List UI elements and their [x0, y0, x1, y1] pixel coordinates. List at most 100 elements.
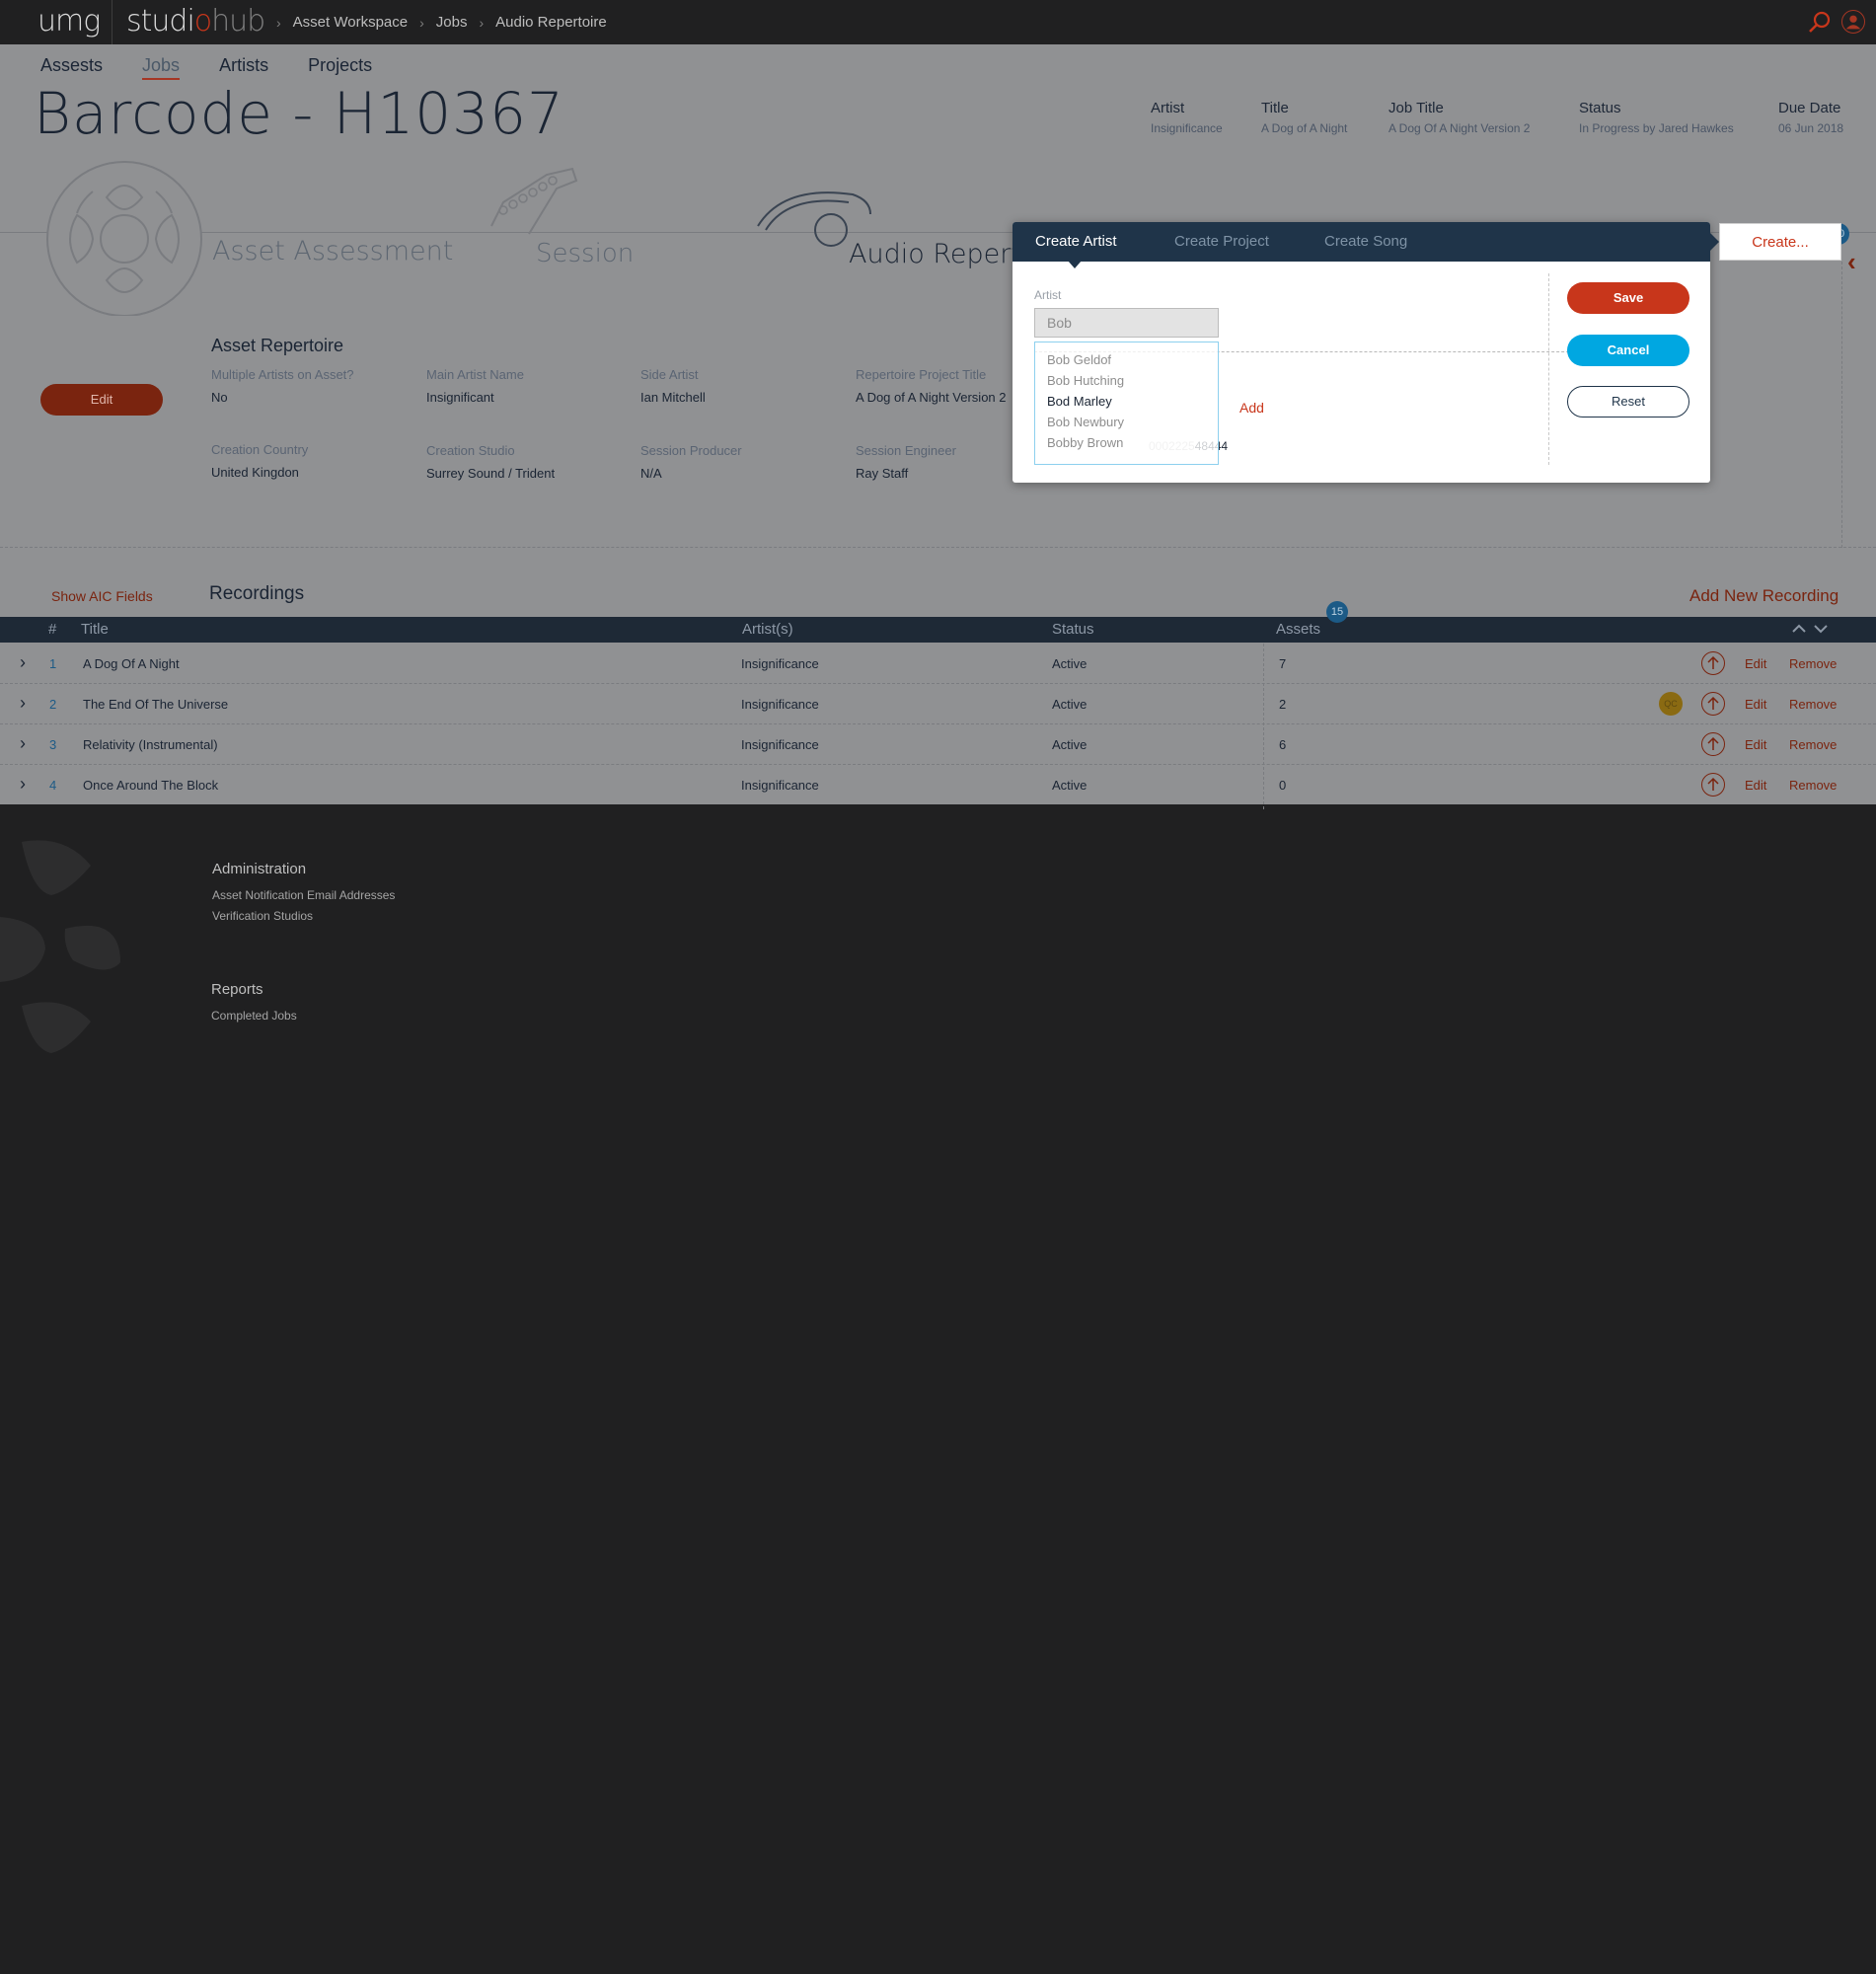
chevron-up-icon[interactable] — [1790, 619, 1808, 639]
artist-field-label: Artist — [1034, 288, 1062, 302]
top-bar: umg studiohub › Asset Workspace › Jobs ›… — [0, 0, 1876, 44]
nav-jobs[interactable]: Jobs — [142, 55, 181, 80]
reports-link-completed-jobs[interactable]: Completed Jobs — [211, 1009, 297, 1023]
row-edit-link[interactable]: Edit — [1745, 656, 1766, 671]
search-icon[interactable] — [1808, 10, 1832, 34]
table-row[interactable]: › 3 Relativity (Instrumental) Insignific… — [0, 724, 1876, 765]
meta-artist: Artist Insignificance — [1151, 100, 1223, 135]
field-creation-studio: Creation Studio Surrey Sound / Trident — [426, 443, 556, 481]
stage-session[interactable]: Session — [536, 239, 634, 268]
main-nav: Assests Jobs Artists Projects — [40, 55, 372, 80]
artist-input[interactable]: Bob — [1034, 308, 1219, 338]
asset-repertoire-title: Asset Repertoire — [211, 336, 344, 355]
table-row[interactable]: › 4 Once Around The Block Insignificance… — [0, 765, 1876, 805]
row-edit-link[interactable]: Edit — [1745, 737, 1766, 752]
field-side-artist: Side Artist Ian Mitchell — [640, 367, 706, 405]
suggestion-item[interactable]: Bob Geldof — [1047, 352, 1111, 367]
breadcrumb-asset-workspace[interactable]: Asset Workspace — [293, 14, 408, 31]
chevron-right-icon: › — [276, 14, 281, 31]
create-dropdown-button[interactable]: Create... — [1719, 223, 1841, 261]
add-artist-link[interactable]: Add — [1239, 400, 1264, 416]
expand-chevron-icon[interactable]: › — [20, 693, 26, 714]
expand-chevron-icon[interactable]: › — [20, 733, 26, 754]
assets-column-divider — [1263, 644, 1264, 809]
table-row[interactable]: › 2 The End Of The Universe Insignifican… — [0, 684, 1876, 724]
nav-artists[interactable]: Artists — [219, 55, 268, 80]
chevron-down-icon[interactable] — [1812, 619, 1830, 639]
modal-pointer — [1710, 233, 1719, 251]
stage-audio-repertoire[interactable]: Audio Reperto — [849, 239, 1037, 269]
col-artists[interactable]: Artist(s) — [742, 621, 793, 638]
suggestion-item[interactable]: Bobby Brown — [1047, 435, 1123, 450]
field-session-engineer: Session Engineer Ray Staff — [856, 443, 956, 481]
suggestion-item-highlighted[interactable]: Bod Marley — [1047, 394, 1112, 409]
logo-divider — [112, 0, 113, 44]
field-main-artist: Main Artist Name Insignificant — [426, 367, 524, 405]
nav-assets[interactable]: Assests — [40, 55, 103, 80]
stage-asset-assessment[interactable]: Asset Assessment — [212, 236, 453, 266]
field-multiple-artists: Multiple Artists on Asset? No — [211, 367, 354, 405]
meta-title: Title A Dog of A Night — [1261, 100, 1348, 135]
film-reel-icon — [46, 161, 202, 316]
create-modal: Create Artist Create Project Create Song… — [1013, 222, 1719, 483]
artist-suggestions-dropdown: Bob Geldof Bob Hutching Bod Marley Bob N… — [1034, 342, 1219, 465]
col-assets[interactable]: Assets — [1276, 621, 1320, 638]
row-remove-link[interactable]: Remove — [1789, 656, 1837, 671]
admin-link-verification-studios[interactable]: Verification Studios — [212, 909, 313, 923]
upload-icon[interactable] — [1701, 651, 1725, 675]
tab-create-project[interactable]: Create Project — [1174, 233, 1269, 250]
upload-icon[interactable] — [1701, 773, 1725, 797]
row-edit-link[interactable]: Edit — [1745, 778, 1766, 793]
qc-badge[interactable]: QC — [1659, 692, 1683, 716]
nav-projects[interactable]: Projects — [308, 55, 372, 80]
cancel-button[interactable]: Cancel — [1567, 335, 1689, 366]
reset-button[interactable]: Reset — [1567, 386, 1689, 418]
show-aic-fields-link[interactable]: Show AIC Fields — [51, 588, 153, 604]
suggestion-item[interactable]: Bob Newbury — [1047, 415, 1124, 429]
page-title: Barcode - H10367 — [34, 80, 564, 147]
chevron-right-icon: › — [419, 14, 424, 31]
row-remove-link[interactable]: Remove — [1789, 737, 1837, 752]
row-edit-link[interactable]: Edit — [1745, 697, 1766, 712]
admin-heading: Administration — [212, 861, 307, 877]
add-new-recording-link[interactable]: Add New Recording — [1689, 586, 1838, 606]
guitar-icon — [490, 167, 578, 235]
meta-job-title: Job Title A Dog Of A Night Version 2 — [1388, 100, 1531, 135]
edit-repertoire-button[interactable]: Edit — [40, 384, 163, 416]
breadcrumb: › Asset Workspace › Jobs › Audio Reperto… — [264, 14, 607, 31]
meta-status: Status In Progress by Jared Hawkes — [1579, 100, 1734, 135]
col-number: # — [48, 621, 57, 638]
chevron-left-icon[interactable]: ‹ — [1847, 247, 1856, 277]
meta-due-date: Due Date 06 Jun 2018 — [1778, 100, 1844, 135]
field-session-producer: Session Producer N/A — [640, 443, 742, 481]
studiohub-logo[interactable]: studiohub — [126, 4, 265, 38]
recordings-table-header: # Title Artist(s) Status Assets — [0, 617, 1876, 643]
expand-chevron-icon[interactable]: › — [20, 774, 26, 795]
active-tab-caret — [1068, 261, 1082, 268]
chevron-right-icon: › — [479, 14, 485, 31]
field-repertoire-project-title: Repertoire Project Title A Dog of A Night… — [856, 367, 1007, 405]
table-row[interactable]: › 1 A Dog Of A Night Insignificance Acti… — [0, 644, 1876, 684]
save-button[interactable]: Save — [1567, 282, 1689, 314]
section-divider — [0, 547, 1876, 548]
row-remove-link[interactable]: Remove — [1789, 778, 1837, 793]
row-remove-link[interactable]: Remove — [1789, 697, 1837, 712]
col-status[interactable]: Status — [1052, 621, 1094, 638]
col-title[interactable]: Title — [81, 621, 109, 638]
breadcrumb-audio-repertoire: Audio Repertoire — [495, 14, 607, 31]
user-avatar-icon[interactable] — [1841, 10, 1865, 34]
admin-link-email-addresses[interactable]: Asset Notification Email Addresses — [212, 888, 395, 902]
tab-create-artist[interactable]: Create Artist — [1035, 233, 1117, 250]
modal-tab-bar: Create Artist Create Project Create Song — [1013, 222, 1710, 262]
side-panel-divider — [1841, 262, 1842, 548]
upload-icon[interactable] — [1701, 732, 1725, 756]
sort-arrows — [1790, 619, 1830, 642]
umg-logo[interactable]: umg — [38, 4, 101, 38]
tab-create-song[interactable]: Create Song — [1324, 233, 1407, 250]
breadcrumb-jobs[interactable]: Jobs — [436, 14, 468, 31]
modal-vertical-divider — [1548, 273, 1549, 465]
upload-icon[interactable] — [1701, 692, 1725, 716]
footer-reel-logo — [0, 840, 120, 1053]
suggestion-item[interactable]: Bob Hutching — [1047, 373, 1124, 388]
expand-chevron-icon[interactable]: › — [20, 652, 26, 673]
